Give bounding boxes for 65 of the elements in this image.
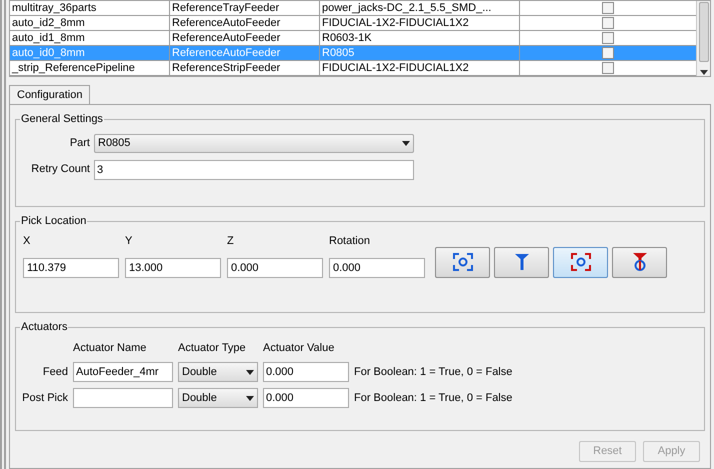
input-field[interactable]: 13.000 (125, 258, 221, 278)
tool-button[interactable] (612, 246, 667, 278)
table-cell: R0603-1K (320, 31, 520, 45)
tool-button[interactable] (553, 246, 608, 278)
table-cell: R0805 (320, 46, 520, 60)
table-cell: auto_id2_8mm (10, 16, 170, 30)
part-dropdown[interactable]: R0805 (94, 134, 414, 152)
group-title: Actuators (20, 320, 68, 335)
field-label: Y (125, 234, 134, 248)
input-field[interactable] (73, 388, 173, 408)
field-label: Feed (42, 364, 68, 380)
table-cell: ReferenceTrayFeeder (170, 1, 320, 15)
checkbox[interactable] (602, 32, 614, 44)
type-dropdown[interactable]: Double (178, 388, 258, 408)
table-cell: power_jacks-DC_2.1_5.5_SMD_... (320, 1, 520, 15)
column-header: Actuator Type (178, 340, 247, 356)
tool-button[interactable] (435, 246, 490, 278)
camera-target-icon (452, 253, 472, 271)
table-cell: ReferenceAutoFeeder (170, 16, 320, 30)
tab[interactable]: Configuration (9, 85, 90, 104)
scrollbar[interactable] (696, 1, 710, 76)
table-cell: ReferenceStripFeeder (170, 61, 320, 75)
nozzle-target-icon (632, 252, 646, 272)
dropdown-arrow-icon (246, 370, 254, 374)
field-label: Post Pick (21, 390, 68, 406)
group-title: General Settings (20, 112, 104, 127)
field-label: Retry Count (30, 162, 90, 178)
dropdown-arrow-icon (246, 396, 254, 400)
dropdown-arrow-icon (402, 140, 410, 146)
scroll-down-arrow-icon[interactable] (700, 70, 708, 75)
checkbox[interactable] (602, 47, 614, 59)
group-title: Pick Location (20, 214, 88, 229)
table-cell: ReferenceAutoFeeder (170, 46, 320, 60)
column-header: Actuator Name (73, 340, 148, 356)
hint-text: For Boolean: 1 = True, 0 = False (354, 390, 514, 406)
field-label: X (23, 234, 32, 248)
checkbox[interactable] (602, 62, 614, 74)
table-cell: ReferenceAutoFeeder (170, 31, 320, 45)
input-field[interactable]: 110.379 (23, 258, 119, 278)
field-label: Z (227, 234, 235, 248)
camera-target-icon (570, 253, 590, 271)
dropdown-value: Double (182, 390, 217, 406)
column-header: Actuator Value (263, 340, 336, 356)
input-field[interactable]: AutoFeeder_4mr (73, 362, 173, 382)
nozzle-icon (514, 253, 528, 271)
field-label: Rotation (329, 234, 371, 248)
hint-text: For Boolean: 1 = True, 0 = False (354, 364, 514, 380)
checkbox[interactable] (602, 17, 614, 29)
tool-button[interactable] (494, 246, 549, 278)
table-cell: FIDUCIAL-1X2-FIDUCIAL1X2 (320, 61, 520, 75)
input-field[interactable]: 0.000 (263, 362, 349, 382)
input-field[interactable]: 0.000 (263, 388, 349, 408)
table-cell: FIDUCIAL-1X2-FIDUCIAL1X2 (320, 16, 520, 30)
type-dropdown[interactable]: Double (178, 362, 258, 382)
table-cell: auto_id1_8mm (10, 31, 170, 45)
table-cell: auto_id0_8mm (10, 46, 170, 60)
table-cell: multitray_36parts (10, 1, 170, 15)
dropdown-value: Double (182, 364, 217, 380)
table-cell: _strip_ReferencePipeline (10, 61, 170, 75)
field-label: Part (68, 136, 90, 151)
dropdown-value: R0805 (98, 136, 130, 151)
input-field[interactable]: 3 (94, 160, 414, 180)
input-field[interactable]: 0.000 (329, 258, 425, 278)
input-field[interactable]: 0.000 (227, 258, 323, 278)
checkbox[interactable] (602, 2, 614, 14)
